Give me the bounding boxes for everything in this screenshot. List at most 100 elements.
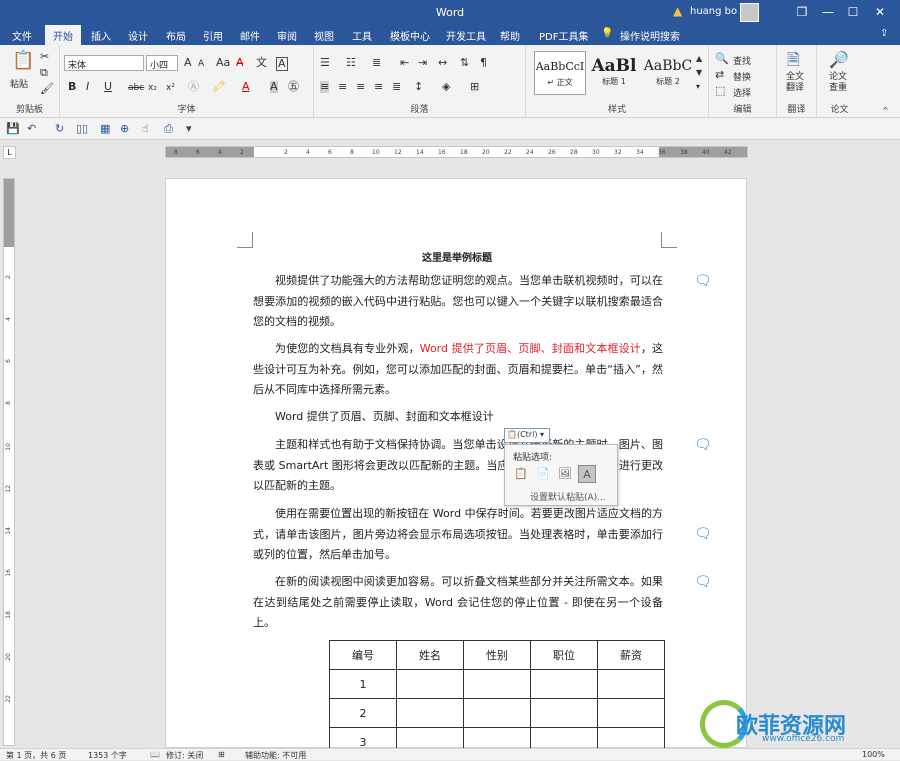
close-icon[interactable]: ✕ — [870, 3, 890, 21]
full-translate-button[interactable]: 全文 翻译 — [786, 72, 804, 94]
table-cell[interactable] — [463, 698, 531, 728]
text-effects-icon[interactable]: Ⓐ — [188, 81, 199, 93]
tab-developer[interactable]: 开发工具 — [446, 28, 486, 43]
paste-icon[interactable]: 📋 — [12, 51, 34, 71]
italic-button[interactable]: I — [86, 81, 89, 93]
set-default-paste-link[interactable]: 设置默认粘贴(A)... — [530, 490, 606, 503]
keep-text-only-icon[interactable]: A — [578, 465, 596, 483]
paragraph-3[interactable]: Word 提供了页眉、页脚、封面和文本框设计 — [253, 407, 663, 428]
tab-design[interactable]: 设计 — [128, 28, 148, 43]
align-right-icon[interactable]: ≡ — [356, 81, 365, 93]
avatar[interactable] — [740, 3, 759, 22]
font-color-button[interactable]: A — [242, 81, 250, 93]
distributed-icon[interactable]: ≣ — [392, 81, 401, 93]
table-cell[interactable] — [597, 669, 665, 699]
tab-references[interactable]: 引用 — [203, 28, 223, 43]
translate-icon[interactable]: 🗎 — [787, 51, 800, 69]
phonetic-guide-icon[interactable]: 文 — [256, 57, 267, 69]
superscript-button[interactable]: x² — [166, 82, 175, 94]
table-header-cell[interactable]: 薪资 — [597, 640, 665, 670]
highlight-icon[interactable]: 🖍 — [212, 81, 226, 93]
tab-review[interactable]: 审阅 — [277, 28, 297, 43]
format-painter-icon[interactable]: 🖌 — [40, 83, 54, 95]
style-normal[interactable]: AaBbCcI ↵ 正文 — [534, 51, 586, 95]
find-button[interactable]: 查找 — [733, 54, 751, 67]
comment-icon[interactable]: 🗨 — [694, 437, 712, 453]
borders-icon[interactable]: ⊞ — [470, 81, 479, 93]
align-center-icon[interactable]: ≡ — [338, 81, 347, 93]
track-changes-status[interactable]: 修订: 关闭 — [166, 750, 203, 761]
save-icon[interactable]: 💾 — [6, 122, 20, 135]
paragraph-2[interactable]: 为使您的文档具有专业外观，Word 提供了页眉、页脚、封面和文本框设计，这些设计… — [253, 339, 663, 401]
style-heading-2[interactable]: AaBbC 标题 2 — [642, 51, 694, 95]
share-icon[interactable]: ⇪ — [880, 28, 888, 39]
styles-more-icon[interactable]: ▾ — [696, 81, 700, 93]
comment-icon[interactable]: 🗨 — [694, 526, 712, 542]
undo-icon[interactable]: ↶ — [27, 122, 36, 135]
strikethrough-button[interactable]: abc — [128, 82, 144, 94]
tab-mailings[interactable]: 邮件 — [240, 28, 260, 43]
replace-icon[interactable]: ⇄ — [715, 69, 724, 81]
two-pages-icon[interactable]: ▯▯ — [76, 122, 88, 135]
table-cell[interactable] — [597, 698, 665, 728]
sort-icon[interactable]: ⇅ — [460, 57, 469, 69]
tab-pdf-tools[interactable]: PDF工具集 — [539, 28, 588, 43]
zoom-level[interactable]: 100% — [862, 750, 885, 759]
tab-help[interactable]: 帮助 — [500, 28, 520, 43]
paste-button[interactable]: 粘贴 — [10, 77, 28, 90]
word-count[interactable]: 1353 个字 — [88, 750, 127, 761]
table-cell[interactable]: 2 — [329, 698, 397, 728]
zoom-icon[interactable]: ⊕ — [120, 122, 129, 135]
align-left-icon[interactable]: ≡ — [320, 81, 330, 93]
macro-icon[interactable]: ⊞ — [218, 750, 225, 759]
styles-scroll-down-icon[interactable]: ▼ — [696, 67, 702, 79]
numbering-icon[interactable]: ☷ — [346, 57, 356, 69]
tab-view[interactable]: 视图 — [314, 28, 334, 43]
vertical-ruler[interactable]: 2 4 6 8 10 12 14 16 18 20 22 — [3, 178, 15, 746]
style-heading-1[interactable]: AaBl 标题 1 — [588, 51, 640, 95]
table-cell[interactable] — [530, 669, 598, 699]
table-header-cell[interactable]: 性别 — [463, 640, 531, 670]
paragraph-5[interactable]: 使用在需要位置出现的新按钮在 Word 中保存时间。若要更改图片适应文档的方式，… — [253, 504, 663, 566]
touch-mode-icon[interactable]: ☝ — [142, 122, 149, 135]
document-page[interactable]: 这里是举例标题 视频提供了功能强大的方法帮助您证明您的观点。当您单击联机视频时，… — [165, 178, 747, 757]
font-name-select[interactable]: 宋体 — [64, 55, 144, 71]
styles-scroll-up-icon[interactable]: ▲ — [696, 53, 702, 65]
customize-qat-icon[interactable]: ▾ — [186, 122, 192, 135]
warning-icon[interactable]: ▲ — [673, 4, 682, 18]
find-icon[interactable]: 🔍 — [715, 53, 729, 65]
print-preview-icon[interactable]: ▦ — [100, 122, 110, 135]
user-name[interactable]: huang bo — [690, 6, 737, 17]
table-header-cell[interactable]: 职位 — [530, 640, 598, 670]
justify-icon[interactable]: ≡ — [374, 81, 383, 93]
table-cell[interactable] — [530, 698, 598, 728]
shading-icon[interactable]: ◈ — [442, 81, 450, 93]
table-header-cell[interactable]: 编号 — [329, 640, 397, 670]
show-marks-icon[interactable]: ¶ — [480, 57, 487, 69]
tab-file[interactable]: 文件 — [12, 28, 32, 43]
tab-template-center[interactable]: 模板中心 — [390, 28, 430, 43]
font-size-select[interactable]: 小四 — [146, 55, 178, 71]
paste-picture-icon[interactable]: 🖼 — [556, 465, 574, 483]
table-cell[interactable]: 1 — [329, 669, 397, 699]
paper-check-button[interactable]: 论文 查重 — [829, 72, 847, 94]
table-cell[interactable] — [396, 669, 464, 699]
bold-button[interactable]: B — [68, 81, 76, 93]
table-cell[interactable] — [396, 698, 464, 728]
horizontal-ruler[interactable]: 8 6 4 2 2 4 6 8 10 12 14 16 18 20 22 24 26 28 30 32 34 36 38 40… — [165, 146, 748, 158]
minimize-icon[interactable]: — — [818, 3, 838, 21]
comment-icon[interactable]: 🗨 — [694, 574, 712, 590]
select-button[interactable]: 选择 — [733, 86, 751, 99]
paste-options-button[interactable]: 📋(Ctrl) ▾ — [504, 428, 550, 443]
underline-button[interactable]: U — [104, 81, 112, 93]
chinese-layout-icon[interactable]: ↔ — [438, 57, 447, 69]
decrease-indent-icon[interactable]: ⇤ — [400, 57, 409, 69]
comment-icon[interactable]: 🗨 — [694, 273, 712, 289]
char-shading-icon[interactable]: A — [270, 81, 278, 93]
merge-format-icon[interactable]: 📄 — [534, 465, 552, 483]
copy-icon[interactable]: ⧉ — [40, 67, 48, 79]
tab-selector[interactable]: L — [3, 146, 16, 159]
tab-insert[interactable]: 插入 — [91, 28, 111, 43]
char-border-icon[interactable]: A — [276, 57, 288, 71]
enclose-char-icon[interactable]: ㊄ — [288, 81, 299, 93]
